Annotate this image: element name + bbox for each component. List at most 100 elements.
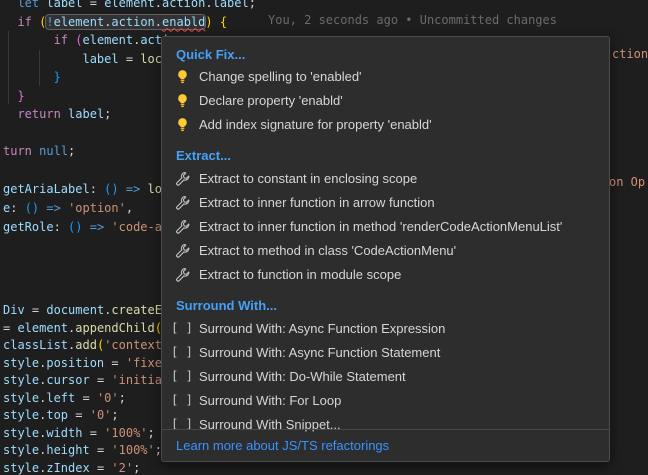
code-token: createE [111,303,162,317]
menu-group: Surround With...[ ]Surround With: Async … [162,286,609,436]
menu-item-label: Surround With: Async Function Expression [199,321,445,336]
code-line: style.width = '100%'; [3,425,162,443]
code-token: = [90,461,112,475]
code-token: position [46,356,104,370]
code-token: Div [3,303,25,317]
code-token: , [126,201,133,215]
menu-item[interactable]: Declare property 'enabld' [162,88,609,112]
code-token [3,52,82,66]
code-token: => [90,220,104,234]
code-line: classList.add('context [3,337,162,355]
menu-item[interactable]: Add index signature for property 'enabld… [162,112,609,136]
code-token: enabld [162,15,205,29]
menu-item[interactable]: Extract to method in class 'CodeActionMe… [162,238,609,262]
code-token: = [104,356,126,370]
code-line: style.left = '0'; [3,390,162,408]
menu-item-label: Extract to inner function in method 'ren… [199,219,562,234]
code-token: turn [3,144,32,158]
menu-item[interactable]: Change spelling to 'enabled' [162,64,609,88]
code-line: style.cursor = 'initia [3,372,162,390]
menu-item[interactable]: [ ]Surround With: For Loop [162,388,609,412]
code-token: add [75,338,97,352]
menu-item[interactable]: Extract to constant in enclosing scope [162,166,609,190]
code-line: Div = document.createE [3,302,162,320]
learn-more-link[interactable]: Learn more about JS/TS refactorings [176,438,389,453]
code-block-bottom: Div = document.createE= element.appendCh… [3,302,162,475]
code-token: getRole [3,220,54,234]
code-token: 'fixe [126,356,162,370]
code-line: getAriaLabel: () => lo [3,180,162,199]
background-code-fragment: on Op [609,175,645,189]
code-token: let [17,0,39,10]
code-token: () [68,220,82,234]
code-token: 'initia [111,373,162,387]
menu-group: Extract...Extract to constant in enclosi… [162,136,609,286]
code-token: style [3,373,39,387]
wrench-icon [174,218,190,234]
code-token: label [82,52,118,66]
code-token: style [3,391,39,405]
code-token: } [54,70,61,84]
menu-group: Quick Fix... Change spelling to 'enabled'… [162,44,609,136]
git-blame-annotation: You, 2 seconds ago • Uncommitted changes [268,13,557,27]
menu-item[interactable]: [ ]Surround With: Async Function Express… [162,316,609,340]
menu-item-label: Extract to constant in enclosing scope [199,171,417,186]
code-token: '100%' [111,443,154,457]
code-token: if [54,33,68,47]
code-token: : [10,201,24,215]
code-token: = [82,426,104,440]
code-token [140,182,147,196]
code-token: classList [3,338,68,352]
code-token: = [90,373,112,387]
code-token: action [162,0,205,10]
code-token: appendChild [75,321,154,335]
code-line: if (!element.action.enabld) { [3,13,256,32]
code-token: document [46,303,104,317]
code-token: null [39,144,68,158]
lightbulb-icon [174,116,190,132]
menu-item-label: Surround With: Async Function Statement [199,345,440,360]
code-token: element [104,0,155,10]
menu-group-header: Quick Fix... [162,44,609,64]
code-token: ; [119,391,126,405]
code-line: style.height = '100%'; [3,442,162,460]
code-token: ; [68,144,75,158]
code-line: style.position = 'fixe [3,355,162,373]
code-token: : [90,182,104,196]
code-line: let label = element.action.label; [3,0,256,13]
code-token: return [17,107,60,121]
code-token: = [3,321,17,335]
code-token: 'code-a [111,220,162,234]
code-token: element [83,33,134,47]
code-token: . [155,0,162,10]
code-token: width [46,426,82,440]
code-token: = [90,443,112,457]
code-token: ; [249,0,256,10]
menu-item[interactable]: Extract to inner function in arrow funct… [162,190,609,214]
code-token [3,107,17,121]
code-token: element [54,15,105,29]
background-code-fragment: ction [612,47,648,61]
code-token: : [54,220,68,234]
code-line: getRole: () => 'code-a [3,218,162,237]
menu-item-label: Add index signature for property 'enabld… [199,117,432,132]
code-token: 'context [104,338,162,352]
menu-item[interactable]: [ ]Surround With: Async Function Stateme… [162,340,609,364]
menu-item-label: Extract to inner function in arrow funct… [199,195,435,210]
menu-item-label: Change spelling to 'enabled' [199,69,362,84]
code-token: = [68,408,90,422]
word-highlight-box: !element.action.enabld [46,15,205,29]
code-token: = [119,52,141,66]
menu-item[interactable]: [ ]Surround With: Do-While Statement [162,364,609,388]
lightbulb-icon [174,92,190,108]
code-token [3,33,54,47]
code-token [3,70,54,84]
code-token [82,220,89,234]
wrench-icon [174,242,190,258]
code-token: getAriaLabel [3,182,90,196]
menu-item[interactable]: Extract to inner function in method 'ren… [162,214,609,238]
code-token [3,89,17,103]
code-token: style [3,426,39,440]
menu-item[interactable]: Extract to function in module scope [162,262,609,286]
code-token: () [25,201,39,215]
